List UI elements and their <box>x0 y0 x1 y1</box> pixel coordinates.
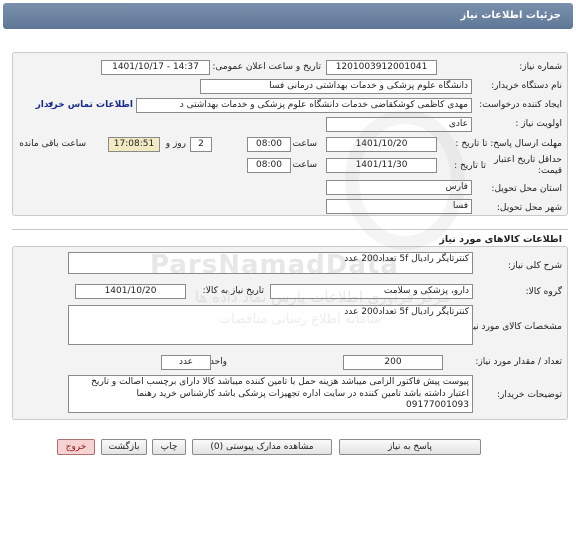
group-field: دارو، پزشکی و سلامت <box>270 284 473 299</box>
validity-time-label: ساعت <box>292 160 318 170</box>
spec-label: مشخصات کالای مورد نیاز: <box>463 322 562 332</box>
min-validity-label: حداقل تاریخ اعتبار قیمت: <box>494 155 562 176</box>
print-button[interactable]: چاپ <box>152 439 186 455</box>
deadline-date-field: 1401/10/20 <box>326 137 437 152</box>
goods-section-title: اطلاعات کالاهای مورد نیاز <box>439 234 562 245</box>
city-label: شهر محل تحویل: <box>496 203 562 213</box>
province-label: استان محل تحویل: <box>491 184 562 194</box>
announce-label: تاریخ و ساعت اعلان عمومی: <box>212 62 321 72</box>
spec-field: کنترتایگر رادیال 5f تعداد200 عدد <box>68 305 473 345</box>
back-button[interactable]: بازگشت <box>101 439 147 455</box>
deadline-time-field: 08:00 <box>247 137 291 152</box>
qty-label: تعداد / مقدار مورد نیاز: <box>475 357 562 367</box>
summary-field: کنترتایگر رادیال 5f تعداد200 عدد <box>68 252 473 274</box>
validity-time-field: 08:00 <box>247 158 291 173</box>
validity-date-field: 1401/11/30 <box>326 158 437 173</box>
goods-section-divider <box>12 229 568 230</box>
contact-arrow-icon: ◂ <box>48 99 53 109</box>
need-date-label: تاریخ نیاز به کالا: <box>202 286 264 296</box>
deadline-label: مهلت ارسال پاسخ: تا تاریخ : <box>455 139 562 149</box>
validity-until-label: تا تاریخ : <box>454 161 486 171</box>
creator-label: ایجاد کننده درخواست: <box>479 100 562 110</box>
priority-field: عادی <box>326 117 472 132</box>
creator-field: مهدی کاظمی کوشکقاضی خدمات دانشگاه علوم پ… <box>136 98 472 113</box>
need-info-panel <box>12 52 568 216</box>
priority-label: اولویت نیاز : <box>515 119 562 129</box>
page-title: جزئیات اطلاعات نیاز <box>460 10 561 21</box>
days-remaining-field: 2 <box>190 137 212 152</box>
buyer-notes-field: پیوست پیش فاکتور الزامی میباشد هزینه حمل… <box>68 375 473 413</box>
buyer-org-label: نام دستگاه خریدار: <box>491 81 562 91</box>
days-label: روز و <box>165 139 186 149</box>
view-attachments-button[interactable]: مشاهده مدارک پیوستی (0) <box>192 439 332 455</box>
summary-label: شرح کلی نیاز: <box>507 261 562 271</box>
city-field: فسا <box>326 199 472 214</box>
remaining-label: ساعت باقی مانده <box>19 139 86 149</box>
buyer-org-field: دانشگاه علوم پزشکی و خدمات بهداشتی درمان… <box>200 79 472 94</box>
reply-button[interactable]: پاسخ به نیاز <box>339 439 481 455</box>
qty-field: 200 <box>343 355 443 370</box>
need-number-field: 1201003912001041 <box>326 60 437 75</box>
province-field: فارس <box>326 180 472 195</box>
group-label: گروه کالا: <box>525 287 562 297</box>
announce-field: 1401/10/17 - 14:37 <box>101 60 210 75</box>
exit-button[interactable]: خروج <box>57 439 95 455</box>
page-header: جزئیات اطلاعات نیاز <box>3 3 573 29</box>
need-number-label: شماره نیاز: <box>519 62 562 72</box>
remaining-time-field: 17:08:51 <box>108 137 160 152</box>
buyer-notes-label: توضیحات خریدار: <box>496 390 562 400</box>
deadline-time-label: ساعت <box>292 139 318 149</box>
unit-field: عدد <box>161 355 211 370</box>
need-date-field: 1401/10/20 <box>75 284 186 299</box>
